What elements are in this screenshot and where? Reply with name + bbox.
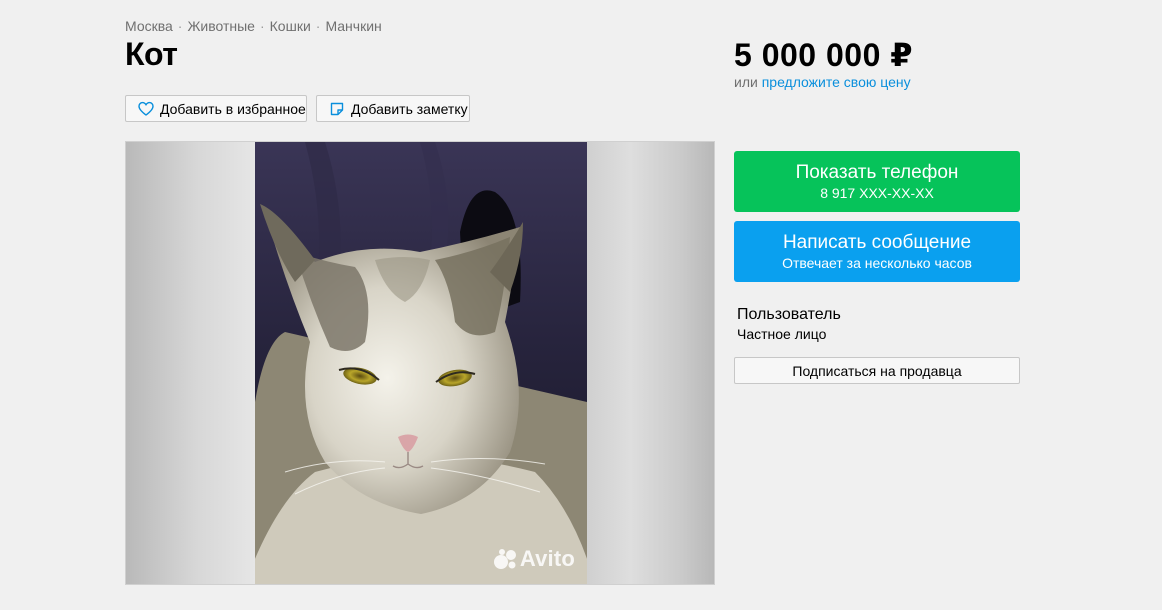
price-offer-prefix: или <box>734 74 758 90</box>
show-phone-label: Показать телефон <box>795 161 959 183</box>
show-phone-button[interactable]: Показать телефон 8 917 XXX-XX-XX <box>734 151 1020 212</box>
price: 5 000 000 ₽ <box>734 37 914 73</box>
photo-gallery[interactable]: Avito <box>125 141 715 585</box>
breadcrumb-separator: · <box>177 18 183 34</box>
suggest-price-link[interactable]: предложите свою цену <box>762 74 911 90</box>
price-offer: или предложите свою цену <box>734 74 911 90</box>
add-note-label: Добавить заметку <box>351 100 468 117</box>
reply-time-text: Отвечает за несколько часов <box>782 254 972 271</box>
heart-icon <box>138 101 154 117</box>
subscribe-label: Подписаться на продавца <box>792 362 962 379</box>
seller-name[interactable]: Пользователь <box>737 306 841 324</box>
avito-logo-icon <box>493 549 516 569</box>
breadcrumb-item-animals[interactable]: Животные <box>187 18 255 34</box>
breadcrumb-separator: · <box>259 18 265 34</box>
breadcrumb-item-city[interactable]: Москва <box>125 18 173 34</box>
write-message-button[interactable]: Написать сообщение Отвечает за несколько… <box>734 221 1020 282</box>
breadcrumb: Москва · Животные · Кошки · Манчкин <box>125 18 382 34</box>
listing-photo-cat[interactable]: Avito <box>255 142 587 584</box>
watermark-text: Avito <box>519 546 575 571</box>
breadcrumb-item-cats[interactable]: Кошки <box>270 18 311 34</box>
subscribe-to-seller-button[interactable]: Подписаться на продавца <box>734 357 1020 384</box>
breadcrumb-separator: · <box>315 18 321 34</box>
page-title: Кот <box>125 36 178 72</box>
note-icon <box>329 101 345 117</box>
add-note-button[interactable]: Добавить заметку <box>316 95 470 122</box>
seller-type: Частное лицо <box>737 326 827 342</box>
breadcrumb-item-breed[interactable]: Манчкин <box>325 18 381 34</box>
avito-watermark: Avito <box>493 546 575 572</box>
write-message-label: Написать сообщение <box>782 231 972 253</box>
add-to-favorites-label: Добавить в избранное <box>160 100 306 117</box>
gallery-blur-background <box>585 142 714 584</box>
add-to-favorites-button[interactable]: Добавить в избранное <box>125 95 307 122</box>
masked-phone-number: 8 917 XXX-XX-XX <box>820 184 934 201</box>
